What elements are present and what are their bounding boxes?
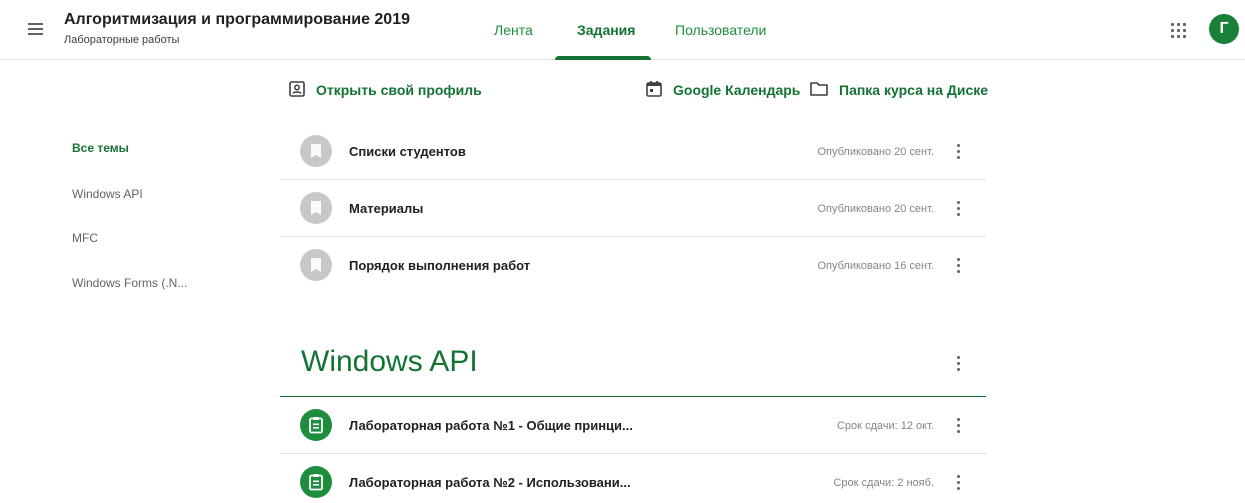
open-profile-link[interactable]: Открыть свой профиль <box>288 80 482 100</box>
item-title: Списки студентов <box>349 144 466 159</box>
open-profile-label: Открыть свой профиль <box>316 82 482 98</box>
folder-icon <box>809 80 829 101</box>
apps-icon[interactable] <box>1168 20 1188 40</box>
topic-mfc[interactable]: MFC <box>72 231 98 245</box>
item-title: Материалы <box>349 201 424 216</box>
google-calendar-link[interactable]: Google Календарь <box>645 80 800 100</box>
item-due: Срок сдачи: 2 нояб. <box>833 477 934 489</box>
material-icon <box>300 135 332 167</box>
drive-folder-label: Папка курса на Диске <box>839 82 989 98</box>
topic-heading: Windows API <box>301 345 478 378</box>
item-title: Порядок выполнения работ <box>349 258 531 273</box>
more-vert-icon[interactable] <box>949 472 969 492</box>
item-title: Лабораторная работа №1 - Общие принци... <box>349 418 633 433</box>
tab-stream[interactable]: Лента <box>494 0 533 60</box>
list-item[interactable]: Лабораторная работа №1 - Общие принци...… <box>280 397 986 454</box>
assignment-icon <box>300 409 332 441</box>
topic-all[interactable]: Все темы <box>72 141 129 155</box>
list-item[interactable]: Порядок выполнения работ Опубликовано 16… <box>280 237 986 294</box>
item-due: Срок сдачи: 12 окт. <box>836 420 934 432</box>
drive-folder-link[interactable]: Папка курса на Диске <box>809 80 988 100</box>
menu-icon[interactable] <box>26 20 46 40</box>
google-calendar-label: Google Календарь <box>673 82 801 98</box>
material-icon <box>300 192 332 224</box>
calendar-icon <box>645 80 663 101</box>
item-title: Лабораторная работа №2 - Использовани... <box>349 475 631 490</box>
more-vert-icon[interactable] <box>949 198 969 218</box>
tab-classwork[interactable]: Задания <box>577 0 635 60</box>
topic-windows-api[interactable]: Windows API <box>72 187 143 201</box>
item-date: Опубликовано 20 сент. <box>817 146 934 158</box>
assignment-icon <box>300 466 332 498</box>
item-date: Опубликовано 20 сент. <box>817 203 934 215</box>
topic-windows-forms[interactable]: Windows Forms (.N... <box>72 276 187 290</box>
list-item[interactable]: Списки студентов Опубликовано 20 сент. <box>280 123 986 180</box>
more-vert-icon[interactable] <box>949 141 969 161</box>
class-subtitle: Лабораторные работы <box>64 34 180 46</box>
more-vert-icon[interactable] <box>949 353 969 373</box>
more-vert-icon[interactable] <box>949 415 969 435</box>
list-item[interactable]: Материалы Опубликовано 20 сент. <box>280 180 986 237</box>
tab-people[interactable]: Пользователи <box>675 0 766 60</box>
more-vert-icon[interactable] <box>949 255 969 275</box>
class-title[interactable]: Алгоритмизация и программирование 2019 <box>64 11 410 29</box>
material-icon <box>300 249 332 281</box>
item-date: Опубликовано 16 сент. <box>817 260 934 272</box>
active-tab-indicator <box>555 56 651 60</box>
list-item[interactable]: Лабораторная работа №2 - Использовани...… <box>280 454 986 503</box>
top-app-bar: Алгоритмизация и программирование 2019 Л… <box>0 0 1245 60</box>
avatar[interactable]: Г <box>1209 14 1239 44</box>
profile-icon <box>288 80 306 101</box>
